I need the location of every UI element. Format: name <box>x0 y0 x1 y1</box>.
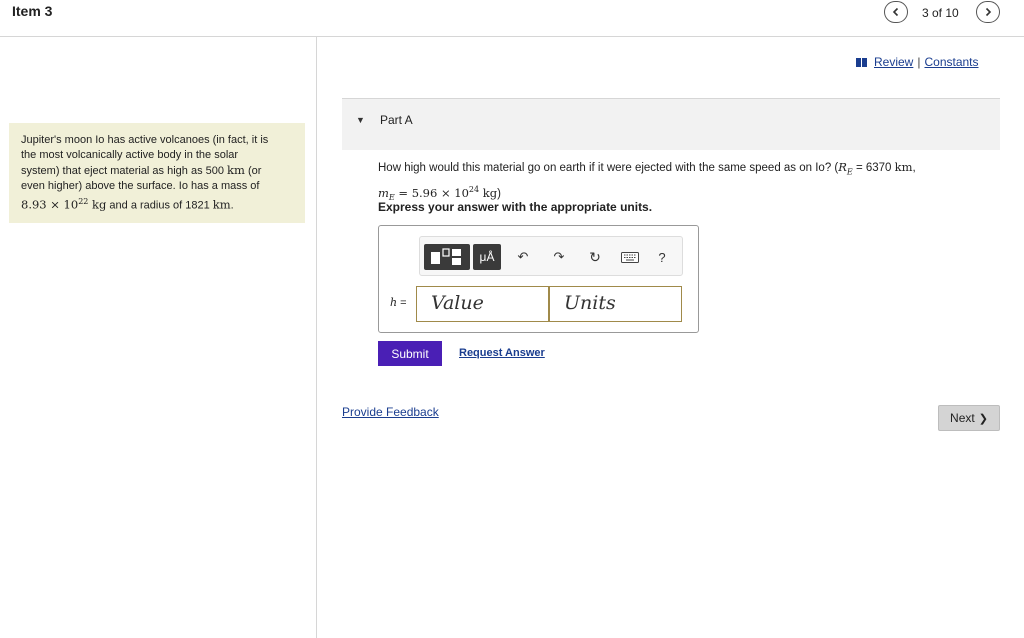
problem-line-3: system) that eject material as high as 5… <box>21 163 295 179</box>
problem-statement: Jupiter's moon Io has active volcanoes (… <box>9 123 305 223</box>
problem-line-4: even higher) above the surface. Io has a… <box>21 180 260 192</box>
symbol-me: m <box>378 186 389 201</box>
unit-km: km <box>894 160 913 174</box>
chevron-right-icon <box>985 7 992 17</box>
next-button[interactable]: Next ❯ <box>938 405 1000 431</box>
question-prompt: How high would this material go on earth… <box>378 162 839 174</box>
math-toolbar: μÅ ↶ ↷ ↻ ? <box>419 236 683 276</box>
part-label: Part A <box>380 113 413 127</box>
top-bar: Item 3 3 of 10 <box>0 0 1024 37</box>
me-exponent: 24 <box>468 185 480 195</box>
problem-line-5: 8.93 × 1022 kg and a radius of 1821 km. <box>21 194 295 214</box>
question-line-1: How high would this material go on earth… <box>378 158 988 181</box>
units-input[interactable]: Units <box>549 286 682 322</box>
problem-text: (or <box>244 165 262 177</box>
part-a-header[interactable]: ▼ Part A <box>342 98 1000 150</box>
templates-button[interactable] <box>424 244 470 270</box>
equals-sign: = <box>397 297 407 309</box>
help-icon[interactable]: ? <box>652 244 672 270</box>
left-column: Jupiter's moon Io has active volcanoes (… <box>0 37 317 638</box>
problem-text: . <box>230 199 234 212</box>
question-text: ) <box>497 188 501 201</box>
next-button-label: Next <box>950 411 975 425</box>
link-separator: | <box>917 55 921 69</box>
answer-instruction: Express your answer with the appropriate… <box>378 200 653 214</box>
undo-icon[interactable]: ↶ <box>512 244 534 270</box>
mass-exponent: 22 <box>78 197 89 206</box>
collapse-caret-icon[interactable]: ▼ <box>356 115 365 125</box>
problem-line-2: the most volcanically active body in the… <box>21 149 239 161</box>
review-link[interactable]: Review <box>874 55 913 69</box>
book-icon <box>856 57 868 67</box>
item-title: Item 3 <box>12 3 53 19</box>
submit-button[interactable]: Submit <box>378 341 442 366</box>
unit-km: km <box>227 163 245 177</box>
templates-icon <box>431 248 461 265</box>
units-button[interactable]: μÅ <box>473 244 501 270</box>
problem-text: and a radius of 1821 <box>106 199 213 212</box>
provide-feedback-link[interactable]: Provide Feedback <box>342 405 439 419</box>
unit-kg: kg <box>479 186 498 201</box>
symbol-re: R <box>838 160 847 174</box>
chevron-left-icon <box>892 7 899 17</box>
unit-kg: kg <box>88 197 107 212</box>
keyboard-icon <box>621 251 639 263</box>
problem-line-1: Jupiter's moon Io has active volcanoes (… <box>21 134 269 146</box>
re-value: = 6370 <box>852 162 895 174</box>
resource-links: Review | Constants <box>856 55 979 69</box>
value-input[interactable]: Value <box>416 286 549 322</box>
reset-icon[interactable]: ↻ <box>584 244 606 270</box>
request-answer-link[interactable]: Request Answer <box>459 347 545 359</box>
constants-link[interactable]: Constants <box>924 55 978 69</box>
mass-value: 8.93 × 10 <box>21 197 79 212</box>
problem-text: system) that eject material as high as 5… <box>21 165 228 177</box>
redo-icon[interactable]: ↷ <box>548 244 570 270</box>
chevron-right-icon: ❯ <box>978 412 988 425</box>
question-text: , <box>912 162 916 174</box>
previous-item-button[interactable] <box>884 1 908 23</box>
answer-box: μÅ ↶ ↷ ↻ ? h = Value Units <box>378 225 699 333</box>
next-item-button[interactable] <box>976 1 1000 23</box>
me-value: = 5.96 × 10 <box>394 186 469 201</box>
unit-km: km <box>212 197 231 212</box>
pager-text: 3 of 10 <box>922 6 959 20</box>
answer-variable-label: h = <box>390 296 407 309</box>
keyboard-button[interactable] <box>618 244 642 270</box>
